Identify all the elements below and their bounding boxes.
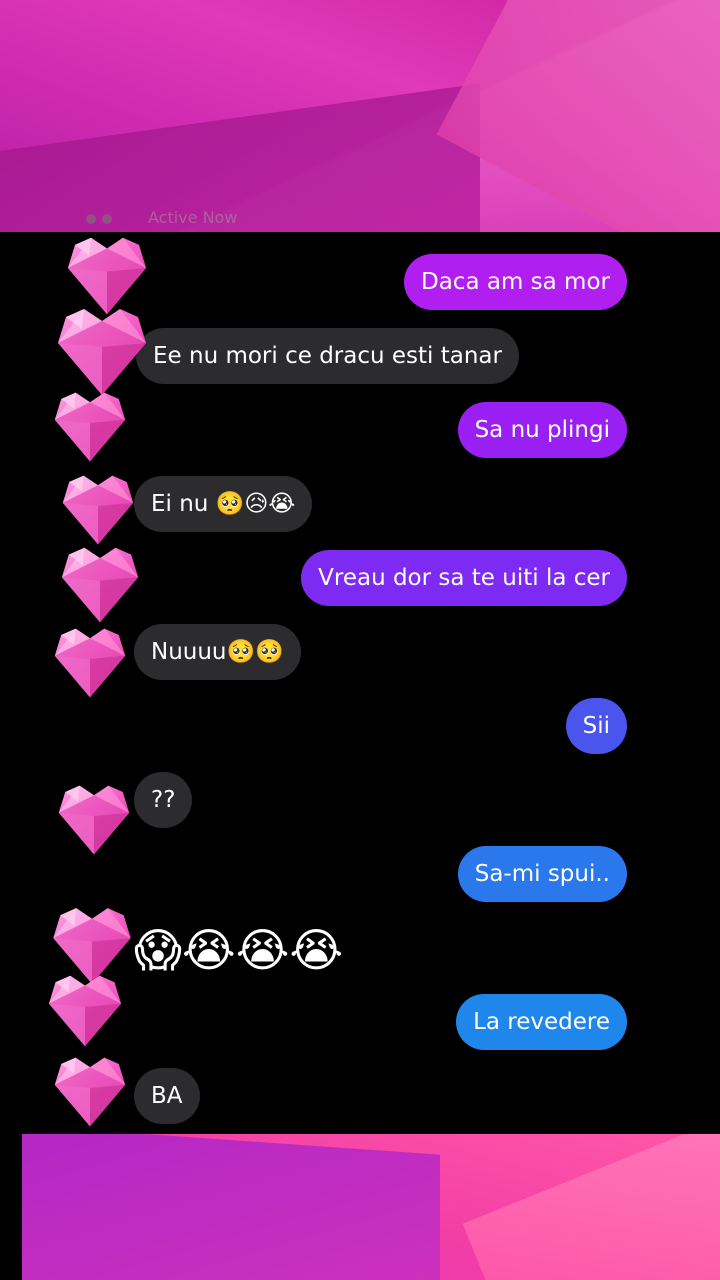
message-bubble-sent[interactable]: Sa nu plingi (457, 402, 627, 458)
pink-heart-icon (54, 784, 134, 856)
active-status-label: Active Now (148, 208, 238, 227)
status-dot-icon (102, 213, 112, 224)
message-bubble-sent[interactable]: La revedere (456, 994, 627, 1050)
message-bubble-sent[interactable]: Sa-mi spui.. (457, 846, 627, 902)
pink-heart-icon (44, 974, 126, 1048)
message-bubble-sent[interactable]: Daca am sa mor (404, 254, 627, 310)
message-bubble-sent[interactable]: Vreau dor sa te uiti la cer (301, 550, 627, 606)
pink-heart-icon (50, 390, 130, 464)
background-top-band (0, 0, 720, 232)
message-bubble-received[interactable]: Ei nu 🥺😥😭 (134, 476, 313, 532)
pink-heart-icon (58, 474, 138, 546)
message-bubble-received[interactable]: BA (134, 1068, 200, 1124)
pink-heart-icon (50, 626, 130, 700)
background-edge (0, 1134, 22, 1280)
pink-heart-icon (56, 546, 144, 624)
status-dot-icon (86, 213, 96, 224)
pink-heart-icon (52, 306, 152, 398)
pink-heart-icon (62, 236, 152, 316)
pink-heart-icon (50, 1056, 130, 1128)
message-emoji-received[interactable]: 😱😭😭😭 (134, 920, 343, 980)
message-bubble-received[interactable]: Nuuuu🥺🥺 (134, 624, 301, 680)
message-bubble-sent[interactable]: Sii (565, 698, 627, 754)
active-status: Active Now (86, 208, 486, 234)
message-bubble-received[interactable]: ?? (134, 772, 193, 828)
message-bubble-received[interactable]: Ee nu mori ce dracu esti tanar (136, 328, 519, 384)
background-bottom-band (0, 1134, 720, 1280)
